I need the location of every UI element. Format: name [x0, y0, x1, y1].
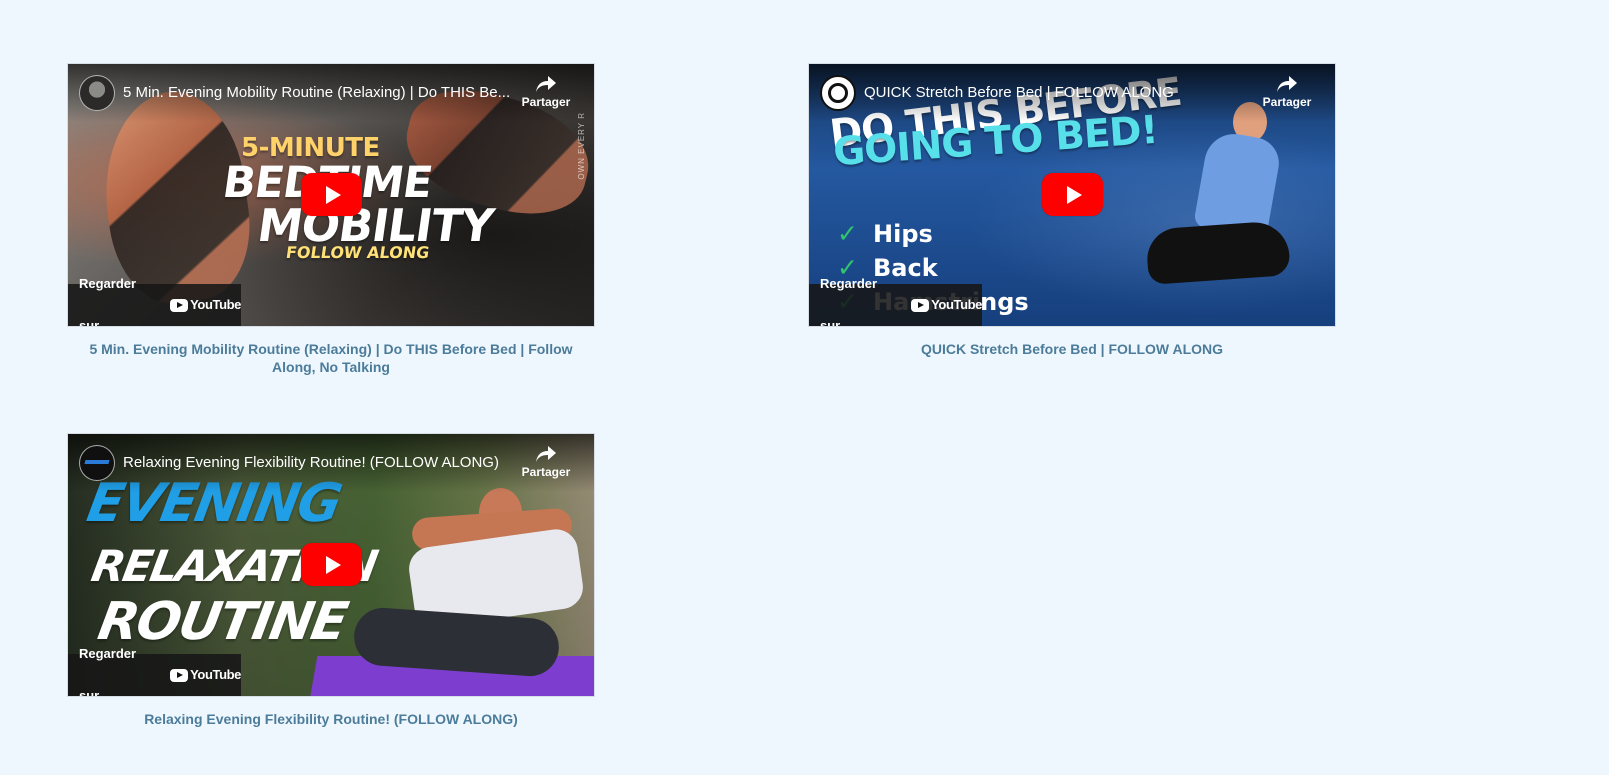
channel-avatar-icon[interactable] [79, 75, 115, 111]
thumbnail-text-line: FOLLOW ALONG [284, 243, 431, 262]
youtube-logo: YouTube [911, 284, 982, 326]
youtube-logo-label: YouTube [931, 297, 982, 312]
player-video-title[interactable]: QUICK Stretch Before Bed | FOLLOW ALONG [864, 84, 1259, 102]
video-card: EVENING RELAXATION ROUTINE Relaxing Even… [67, 433, 595, 728]
thumbnail-side-text: OWN EVERY R [577, 112, 586, 180]
youtube-logo-label: YouTube [190, 297, 241, 312]
share-arrow-icon [536, 76, 556, 92]
share-arrow-icon [536, 446, 556, 462]
player-top-bar: Relaxing Evening Flexibility Routine! (F… [68, 434, 594, 492]
play-button[interactable] [301, 173, 362, 216]
youtube-logo-icon [170, 668, 189, 682]
player-top-bar: 5 Min. Evening Mobility Routine (Relaxin… [68, 64, 594, 122]
youtube-logo: YouTube [170, 654, 241, 696]
watch-on-youtube-button[interactable]: Regarder sur YouTube [68, 276, 241, 326]
thumbnail-text-line: MOBILITY [254, 199, 497, 252]
share-label: Partager [1262, 95, 1312, 109]
video-caption-link[interactable]: QUICK Stretch Before Bed | FOLLOW ALONG [808, 340, 1336, 358]
watch-on-label: Regarder sur [79, 646, 137, 697]
youtube-embed[interactable]: OWN EVERY R 5-MINUTE BEDTIME MOBILITY FO… [67, 63, 595, 327]
share-button[interactable]: Partager [517, 442, 575, 487]
share-label: Partager [521, 465, 571, 479]
person-legs [1145, 220, 1291, 285]
watch-on-youtube-button[interactable]: Regarder sur YouTube [68, 646, 241, 696]
thumbnail-person [1127, 102, 1297, 326]
youtube-embed[interactable]: DO THIS BEFORE GOING TO BED! Hips Back H… [808, 63, 1336, 327]
youtube-logo: YouTube [170, 284, 241, 326]
youtube-embed[interactable]: EVENING RELAXATION ROUTINE Relaxing Even… [67, 433, 595, 697]
watch-on-label: Regarder sur [820, 276, 878, 327]
share-label: Partager [521, 95, 571, 109]
player-video-title[interactable]: Relaxing Evening Flexibility Routine! (F… [123, 454, 518, 472]
player-video-title[interactable]: 5 Min. Evening Mobility Routine (Relaxin… [123, 84, 518, 102]
thumbnail-person [324, 483, 594, 688]
share-button[interactable]: Partager [1258, 72, 1316, 117]
video-card: OWN EVERY R 5-MINUTE BEDTIME MOBILITY FO… [67, 63, 595, 376]
thumbnail-text-prefix: GOING TO [831, 115, 1045, 176]
youtube-logo-icon [911, 298, 930, 312]
thumbnail-check-item: Hips [837, 217, 1029, 251]
video-card: DO THIS BEFORE GOING TO BED! Hips Back H… [808, 63, 1336, 358]
share-button[interactable]: Partager [517, 72, 575, 117]
youtube-logo-label: YouTube [190, 667, 241, 682]
channel-avatar-icon[interactable] [820, 75, 856, 111]
youtube-logo-icon [170, 298, 189, 312]
watch-on-youtube-button[interactable]: Regarder sur YouTube [809, 276, 982, 326]
play-button[interactable] [1042, 173, 1103, 216]
video-caption-link[interactable]: Relaxing Evening Flexibility Routine! (F… [67, 710, 595, 728]
video-grid: OWN EVERY R 5-MINUTE BEDTIME MOBILITY FO… [0, 0, 1609, 775]
player-top-bar: QUICK Stretch Before Bed | FOLLOW ALONG [809, 64, 1335, 122]
watch-on-label: Regarder sur [79, 276, 137, 327]
channel-avatar-icon[interactable] [79, 445, 115, 481]
person-body [1193, 129, 1283, 239]
person-legs [352, 605, 561, 679]
video-caption-link[interactable]: 5 Min. Evening Mobility Routine (Relaxin… [67, 340, 595, 376]
share-arrow-icon [1277, 76, 1297, 92]
play-button[interactable] [301, 543, 362, 586]
thumbnail-text-line: 5-MINUTE [241, 133, 380, 163]
